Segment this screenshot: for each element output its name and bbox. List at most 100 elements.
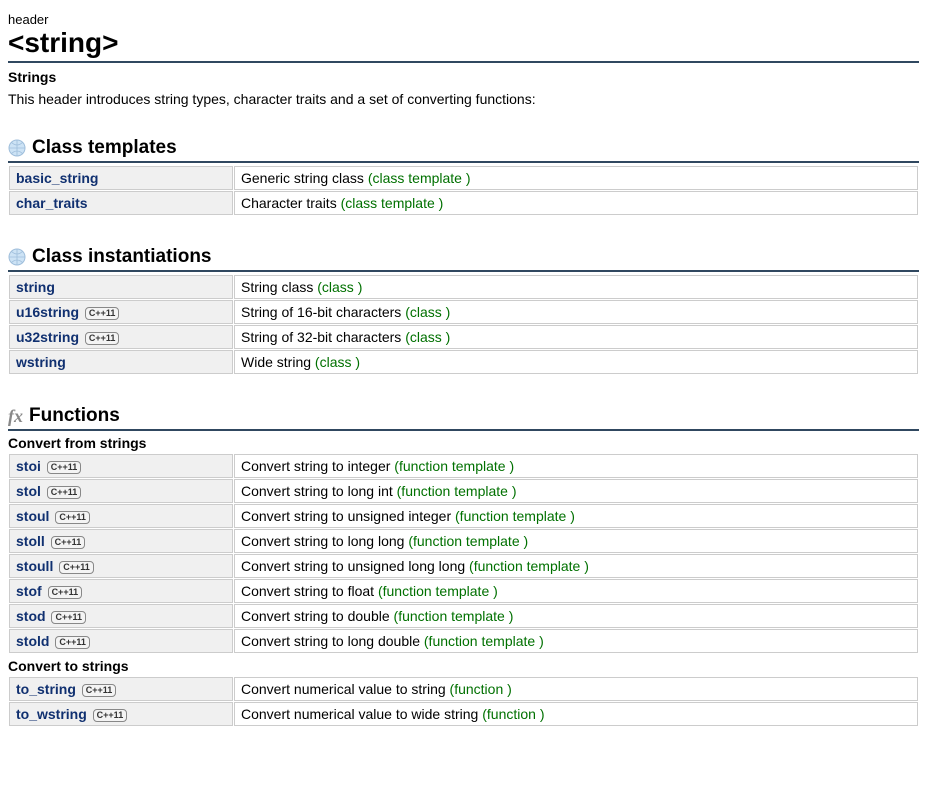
cpp11-badge-icon: C++11	[82, 684, 117, 697]
name-cell: stof C++11	[9, 579, 233, 603]
table-row: stod C++11 Convert string to double (func…	[9, 604, 918, 628]
name-cell: stol C++11	[9, 479, 233, 503]
desc-text: Generic string class	[241, 170, 368, 186]
section-title-class-instantiations: Class instantiations	[8, 246, 919, 272]
desc-text: Wide string	[241, 354, 315, 370]
subsection-title: Convert from strings	[8, 435, 919, 451]
reference-link[interactable]: string	[16, 279, 55, 295]
desc-text: Convert numerical value to string	[241, 681, 450, 697]
cpp11-badge-icon: C++11	[85, 332, 120, 345]
reference-link[interactable]: stof	[16, 583, 42, 599]
reference-link[interactable]: stoll	[16, 533, 45, 549]
table-row: stol C++11Convert string to long int (fu…	[9, 479, 918, 503]
desc-text: Convert string to float	[241, 583, 378, 599]
desc-cell: Convert string to long double (function …	[234, 629, 918, 653]
desc-text: String class	[241, 279, 317, 295]
reference-link[interactable]: stoul	[16, 508, 49, 524]
cpp11-badge-icon: C++11	[59, 561, 94, 574]
desc-text: Convert string to unsigned long long	[241, 558, 469, 574]
name-cell: stold C++11	[9, 629, 233, 653]
name-cell: stoi C++11	[9, 454, 233, 478]
desc-cell: Convert numerical value to string (funct…	[234, 677, 918, 701]
reference-link[interactable]: wstring	[16, 354, 66, 370]
type-tag: (function template )	[408, 533, 528, 549]
reference-link[interactable]: stold	[16, 633, 49, 649]
desc-text: Convert numerical value to wide string	[241, 706, 482, 722]
cpp11-badge-icon: C++11	[85, 307, 120, 320]
desc-text: String of 16-bit characters	[241, 304, 405, 320]
type-tag: (class )	[405, 329, 450, 345]
reference-link[interactable]: basic_string	[16, 170, 98, 186]
type-tag: (function template )	[394, 458, 514, 474]
cpp11-badge-icon: C++11	[47, 486, 82, 499]
section-class-templates: Class templates basic_string Generic stri…	[8, 137, 919, 216]
cpp11-badge-icon: C++11	[93, 709, 128, 722]
type-tag: (function template )	[455, 508, 575, 524]
cpp11-badge-icon: C++11	[47, 461, 82, 474]
desc-text: Convert string to double	[241, 608, 394, 624]
reference-link[interactable]: stoi	[16, 458, 41, 474]
overline-label: header	[8, 12, 919, 27]
type-tag: (class template )	[368, 170, 471, 186]
reference-link[interactable]: u16string	[16, 304, 79, 320]
desc-text: Convert string to unsigned integer	[241, 508, 455, 524]
desc-text: Convert string to integer	[241, 458, 394, 474]
section-title-class-templates: Class templates	[8, 137, 919, 163]
desc-cell: Convert string to integer (function temp…	[234, 454, 918, 478]
desc-cell: String class (class )	[234, 275, 918, 299]
name-cell: u32string C++11	[9, 325, 233, 349]
subsection-title: Convert to strings	[8, 658, 919, 674]
reference-link[interactable]: char_traits	[16, 195, 88, 211]
section-title-text: Class instantiations	[32, 246, 212, 268]
reference-link[interactable]: stod	[16, 608, 46, 624]
desc-cell: Convert string to double (function templ…	[234, 604, 918, 628]
type-tag: (function template )	[378, 583, 498, 599]
table-class-instantiations: stringString class (class )u16string C++…	[8, 274, 919, 375]
globe-icon	[8, 139, 26, 157]
section-title-text: Class templates	[32, 137, 177, 159]
table-row: stoul C++11 Convert string to unsigned in…	[9, 504, 918, 528]
reference-link[interactable]: u32string	[16, 329, 79, 345]
type-tag: (function )	[450, 681, 512, 697]
reference-link[interactable]: to_wstring	[16, 706, 87, 722]
desc-cell: String of 16-bit characters (class )	[234, 300, 918, 324]
table-row: char_traitsCharacter traits (class templ…	[9, 191, 918, 215]
section-title-functions: fx Functions	[8, 405, 919, 431]
section-functions: fx Functions Convert from strings stoi C+…	[8, 405, 919, 727]
desc-cell: Generic string class (class template )	[234, 166, 918, 190]
page-title: <string>	[8, 27, 919, 63]
desc-text: Convert string to long int	[241, 483, 397, 499]
table-functions: stoi C++11Convert string to integer (fun…	[8, 453, 919, 654]
table-class-templates: basic_string Generic string class (class …	[8, 165, 919, 216]
reference-link[interactable]: stoull	[16, 558, 53, 574]
desc-text: Convert string to long double	[241, 633, 424, 649]
desc-cell: Convert string to float (function templa…	[234, 579, 918, 603]
name-cell: stoull C++11	[9, 554, 233, 578]
name-cell: basic_string	[9, 166, 233, 190]
globe-icon	[8, 248, 26, 266]
desc-cell: Convert string to long int (function tem…	[234, 479, 918, 503]
table-row: string String class (class )	[9, 275, 918, 299]
desc-text: Character traits	[241, 195, 341, 211]
section-title-text: Functions	[29, 405, 120, 427]
table-row: u32string C++11 String of 32-bit characte…	[9, 325, 918, 349]
type-tag: (class )	[405, 304, 450, 320]
cpp11-badge-icon: C++11	[55, 636, 90, 649]
name-cell: stoll C++11	[9, 529, 233, 553]
reference-link[interactable]: to_string	[16, 681, 76, 697]
type-tag: (class )	[317, 279, 362, 295]
reference-link[interactable]: stol	[16, 483, 41, 499]
desc-cell: Convert string to unsigned long long (fu…	[234, 554, 918, 578]
table-functions: to_string C++11 Convert numerical value t…	[8, 676, 919, 727]
name-cell: u16string C++11	[9, 300, 233, 324]
table-row: basic_string Generic string class (class …	[9, 166, 918, 190]
name-cell: char_traits	[9, 191, 233, 215]
desc-text: String of 32-bit characters	[241, 329, 405, 345]
desc-cell: Convert string to long long (function te…	[234, 529, 918, 553]
cpp11-badge-icon: C++11	[55, 511, 90, 524]
cpp11-badge-icon: C++11	[51, 611, 86, 624]
type-tag: (function template )	[469, 558, 589, 574]
type-tag: (function )	[482, 706, 544, 722]
table-row: stoi C++11Convert string to integer (fun…	[9, 454, 918, 478]
desc-text: Convert string to long long	[241, 533, 408, 549]
